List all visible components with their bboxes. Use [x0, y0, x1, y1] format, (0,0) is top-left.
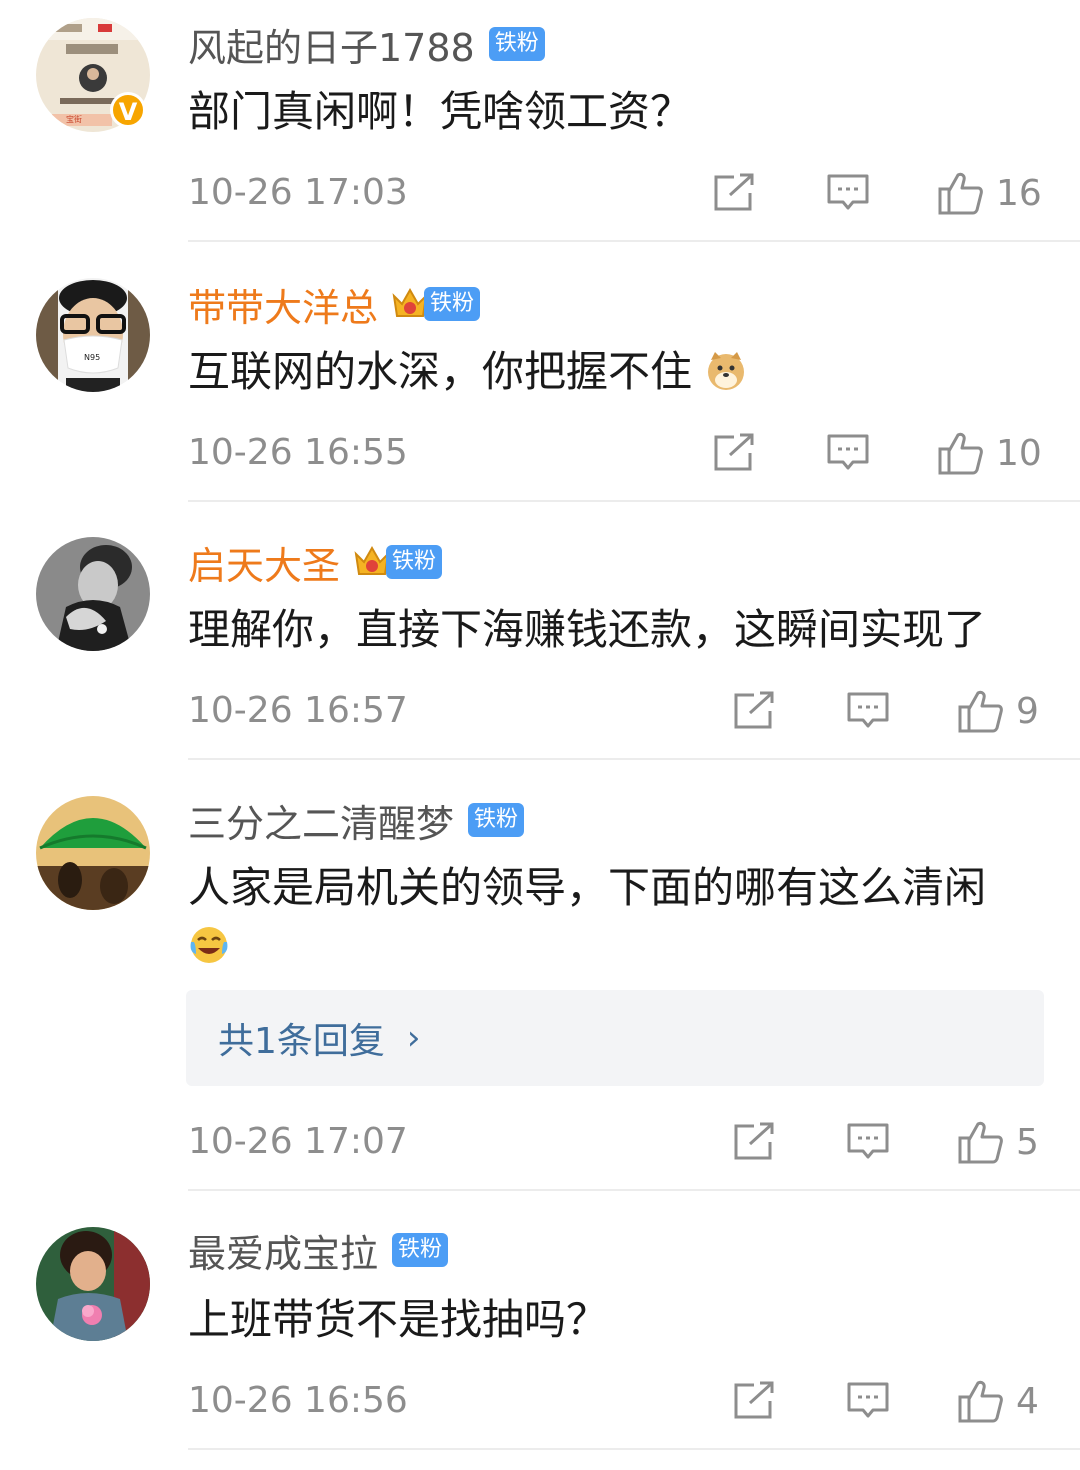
- like-button[interactable]: 4: [958, 1376, 1039, 1426]
- comment-meta: 10-26 17:07 5: [188, 1117, 1080, 1167]
- fan-badge: 铁粉: [488, 27, 545, 61]
- username-row: 带带大洋总 铁粉: [188, 280, 481, 330]
- chevron-right-icon: ›: [406, 1018, 421, 1058]
- username[interactable]: 最爱成宝拉: [188, 1223, 378, 1278]
- comment-text: 上班带货不是找抽吗？: [188, 1295, 609, 1344]
- share-icon: [734, 1122, 774, 1160]
- reply-summary-button[interactable]: 共1条回复 ›: [186, 990, 1044, 1086]
- fan-badge: 铁粉: [392, 1233, 449, 1267]
- like-count: 10: [996, 432, 1042, 474]
- laughing-crying-emoji-icon: [190, 927, 228, 963]
- username[interactable]: 启天大圣: [188, 535, 340, 590]
- comment-icon: [847, 1382, 889, 1418]
- comment-icon: [847, 692, 889, 728]
- divider: [188, 1448, 1080, 1450]
- comment-button[interactable]: [826, 168, 870, 218]
- avatar[interactable]: [36, 1227, 150, 1341]
- comment-icon: [827, 174, 869, 210]
- share-icon: [714, 433, 754, 471]
- divider: [188, 240, 1080, 242]
- username-row: 三分之二清醒梦 铁粉: [188, 796, 525, 846]
- like-count: 9: [1016, 690, 1039, 732]
- comment-meta: 10-26 16:55 10: [188, 428, 1080, 478]
- like-button[interactable]: 10: [938, 428, 1042, 478]
- avatar[interactable]: N95: [36, 278, 150, 392]
- like-count: 4: [1016, 1380, 1039, 1422]
- comment-meta: 10-26 16:57 9: [188, 686, 1080, 736]
- comment-button[interactable]: [826, 428, 870, 478]
- avatar[interactable]: [36, 537, 150, 651]
- comment-icon: [827, 434, 869, 470]
- like-count: 5: [1016, 1121, 1039, 1163]
- repost-button[interactable]: [712, 168, 756, 218]
- divider: [188, 500, 1080, 502]
- comment-text: 理解你，直接下海赚钱还款，这瞬间实现了: [188, 605, 987, 654]
- thumbs-up-icon: [958, 690, 1003, 733]
- repost-button[interactable]: [732, 1117, 776, 1167]
- comment-text: 人家是局机关的领导，下面的哪有这么清闲: [188, 863, 987, 912]
- comment-meta: 10-26 17:03 16: [188, 168, 1080, 218]
- timestamp: 10-26 16:55: [188, 432, 408, 473]
- comment-text-content: 互联网的水深，你把握不住: [188, 347, 693, 396]
- share-icon: [734, 1381, 774, 1419]
- comment-button[interactable]: [846, 1376, 890, 1426]
- thumbs-up-icon: [958, 1121, 1003, 1164]
- thumbs-up-icon: [938, 432, 983, 475]
- comment-meta: 10-26 16:56 4: [188, 1376, 1080, 1426]
- username-row: 风起的日子1788 铁粉: [188, 20, 545, 70]
- comment-icon: [847, 1123, 889, 1159]
- username-row: 启天大圣 铁粉: [188, 538, 443, 588]
- verified-icon: V: [110, 92, 146, 128]
- timestamp: 10-26 17:07: [188, 1121, 408, 1162]
- avatar[interactable]: [36, 796, 150, 910]
- thumbs-up-icon: [958, 1380, 1003, 1423]
- comment-button[interactable]: [846, 1117, 890, 1167]
- like-count: 16: [996, 172, 1042, 214]
- fan-badge: 铁粉: [386, 545, 443, 579]
- username-row: 最爱成宝拉 铁粉: [188, 1226, 449, 1276]
- svg-text:宝街: 宝街: [66, 114, 82, 124]
- share-icon: [734, 691, 774, 729]
- doge-emoji-icon: [708, 352, 745, 390]
- like-button[interactable]: 5: [958, 1117, 1039, 1167]
- repost-button[interactable]: [732, 686, 776, 736]
- comment-text: 互联网的水深，你把握不住: [188, 344, 1058, 400]
- username[interactable]: 风起的日子1788: [188, 17, 475, 72]
- divider: [188, 758, 1080, 760]
- like-button[interactable]: 16: [938, 168, 1042, 218]
- comment-text: 部门真闲啊！凭啥领工资？: [188, 87, 693, 136]
- thumbs-up-icon: [938, 172, 983, 215]
- comment-button[interactable]: [846, 686, 890, 736]
- share-icon: [714, 173, 754, 211]
- username[interactable]: 带带大洋总: [188, 277, 378, 332]
- timestamp: 10-26 17:03: [188, 172, 408, 213]
- repost-button[interactable]: [712, 428, 756, 478]
- fan-badge: 铁粉: [468, 803, 525, 837]
- like-button[interactable]: 9: [958, 686, 1039, 736]
- svg-text:N95: N95: [84, 353, 100, 362]
- timestamp: 10-26 16:56: [188, 1380, 408, 1421]
- repost-button[interactable]: [732, 1376, 776, 1426]
- comment-text-line2: [188, 918, 1058, 974]
- divider: [188, 1189, 1080, 1191]
- timestamp: 10-26 16:57: [188, 690, 408, 731]
- fan-badge: 铁粉: [424, 287, 481, 321]
- reply-summary-label: 共1条回复: [218, 1021, 385, 1062]
- username[interactable]: 三分之二清醒梦: [188, 793, 454, 848]
